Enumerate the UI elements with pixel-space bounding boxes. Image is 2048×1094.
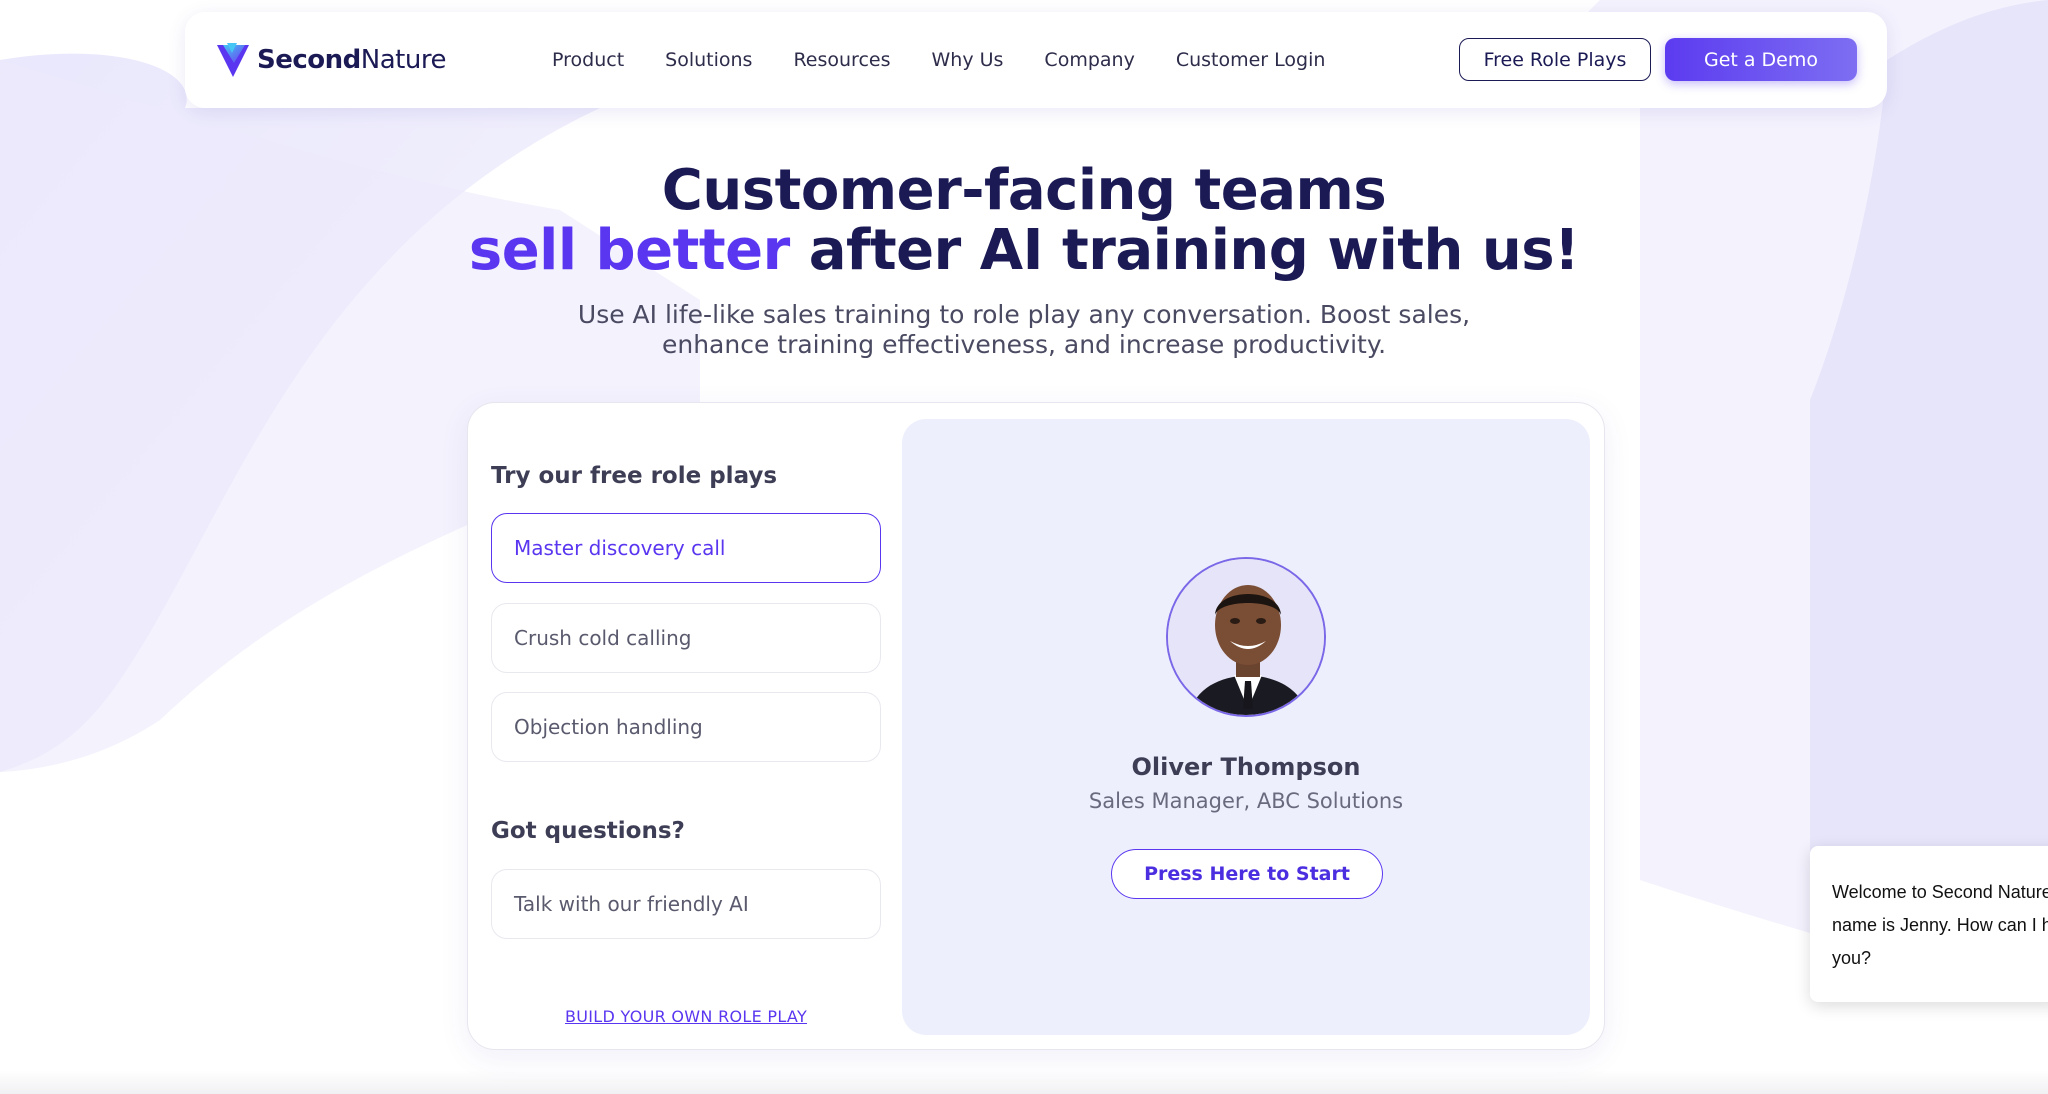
hero-accent-text: sell better xyxy=(468,218,790,283)
nav-link-product[interactable]: Product xyxy=(552,49,624,71)
chat-message-line3: you? xyxy=(1832,948,1872,968)
hero-headline-line1: Customer-facing teams xyxy=(661,158,1387,223)
nav-link-solutions[interactable]: Solutions xyxy=(665,49,752,71)
option-master-discovery-call[interactable]: Master discovery call xyxy=(491,513,881,583)
persona-avatar xyxy=(1166,557,1326,717)
brand-name: SecondNature xyxy=(257,45,446,75)
persona-title: Sales Manager, ABC Solutions xyxy=(1088,789,1404,813)
role-plays-title: Try our free role plays xyxy=(491,463,778,489)
persona-name: Oliver Thompson xyxy=(1131,753,1361,781)
hero-headline-rest: after AI training with us! xyxy=(789,218,1580,283)
persona-panel: Oliver Thompson Sales Manager, ABC Solut… xyxy=(902,419,1590,1035)
hero-subtitle-line2: enhance training effectiveness, and incr… xyxy=(661,330,1387,359)
get-demo-button[interactable]: Get a Demo xyxy=(1665,38,1857,81)
option-crush-cold-calling[interactable]: Crush cold calling xyxy=(491,603,881,673)
option-objection-handling[interactable]: Objection handling xyxy=(491,692,881,762)
chat-message-line1: Welcome to Second Nature! My xyxy=(1832,882,2048,902)
free-role-plays-button[interactable]: Free Role Plays xyxy=(1459,38,1651,81)
footer-shadow xyxy=(0,1070,2048,1094)
start-role-play-button[interactable]: Press Here to Start xyxy=(1111,849,1383,899)
nav-link-company[interactable]: Company xyxy=(1044,49,1134,71)
option-talk-with-ai[interactable]: Talk with our friendly AI xyxy=(491,869,881,939)
nav-link-why-us[interactable]: Why Us xyxy=(932,49,1004,71)
hero-subtitle: Use AI life-like sales training to role … xyxy=(524,300,1524,360)
questions-title: Got questions? xyxy=(491,818,685,844)
role-play-card: Try our free role plays Master discovery… xyxy=(467,402,1605,1050)
nav-link-customer-login[interactable]: Customer Login xyxy=(1176,49,1326,71)
nav-links: Product Solutions Resources Why Us Compa… xyxy=(552,12,1366,108)
person-portrait-icon xyxy=(1168,559,1324,715)
hero-subtitle-line1: Use AI life-like sales training to role … xyxy=(577,300,1471,329)
chat-widget-bubble[interactable]: Welcome to Second Nature! My name is Jen… xyxy=(1810,846,2048,1002)
nav-link-resources[interactable]: Resources xyxy=(793,49,890,71)
hero-headline-line2: sell better after AI training with us! xyxy=(0,218,2048,284)
build-role-play-link[interactable]: BUILD YOUR OWN ROLE PLAY xyxy=(491,1007,881,1026)
chat-message-line2: name is Jenny. How can I help xyxy=(1832,915,2048,935)
brand-logo[interactable]: SecondNature xyxy=(215,38,446,82)
top-navbar: SecondNature Product Solutions Resources… xyxy=(185,12,1887,108)
logo-icon xyxy=(217,43,249,77)
